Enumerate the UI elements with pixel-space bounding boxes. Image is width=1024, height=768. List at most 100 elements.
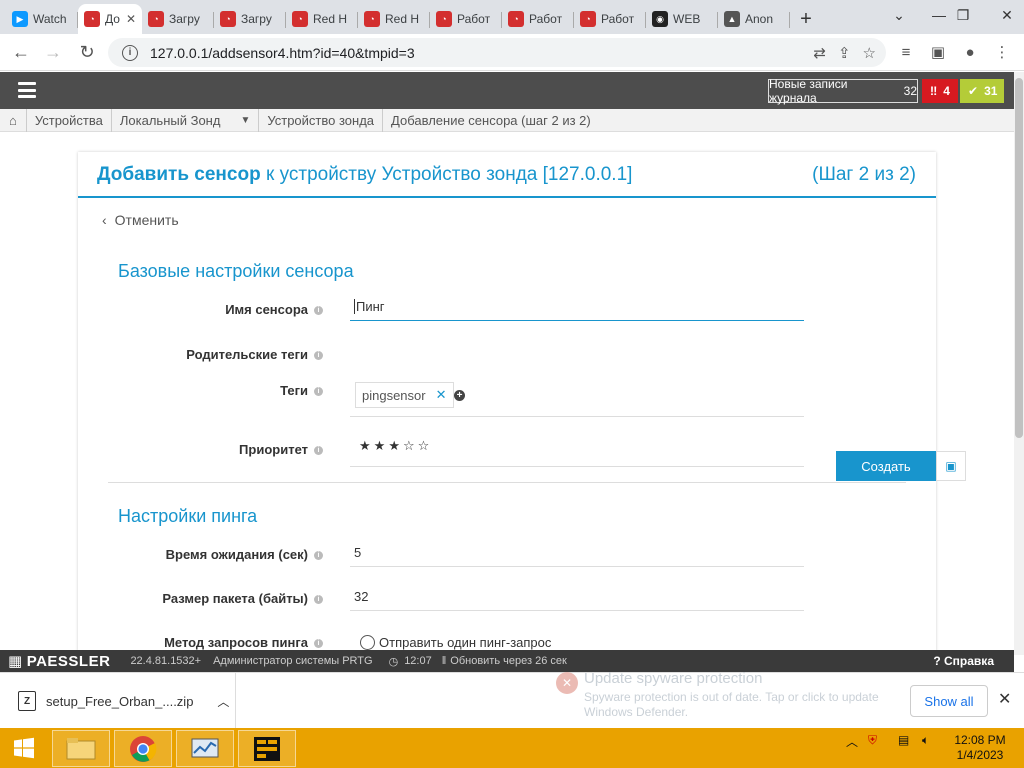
page-scrollbar-thumb[interactable] — [1015, 78, 1023, 438]
info-hint-icon[interactable]: i — [314, 351, 323, 361]
download-item[interactable]: Z setup_Free_Orban_....zip ︿ — [0, 673, 236, 729]
close-window-button[interactable]: ✕ — [990, 0, 1024, 30]
taskbar-clock[interactable]: 12:08 PM 1/4/2023 — [950, 733, 1010, 763]
tray-expand-icon[interactable]: ︿ — [846, 733, 858, 750]
save-template-icon[interactable]: ▣ — [936, 451, 966, 481]
tab-title: Работ — [457, 12, 491, 26]
reload-icon[interactable]: ↻ — [72, 37, 102, 67]
profile-icon[interactable]: ● — [956, 38, 984, 66]
priority-label: Приоритет i — [78, 442, 323, 457]
side-panel-icon[interactable]: ▣ — [924, 38, 952, 66]
info-hint-icon[interactable]: i — [314, 446, 323, 456]
defender-tray-icon[interactable]: ⛨ — [868, 733, 877, 748]
tag-label: pingsensor — [362, 387, 426, 403]
folder-icon — [66, 737, 96, 759]
home-icon[interactable]: ⌂ — [0, 108, 27, 132]
bookmark-star-icon[interactable]: ☆ — [863, 44, 876, 62]
start-button[interactable] — [0, 728, 48, 768]
info-hint-icon[interactable]: i — [314, 639, 323, 649]
browser-tab[interactable]: ◔ Загру — [214, 4, 286, 34]
label-text: Метод запросов пинга — [164, 635, 308, 650]
ping-method-radio-single[interactable]: Отправить один пинг-запрос — [360, 635, 551, 650]
ok-badge[interactable]: ✔ 31 — [960, 79, 1004, 103]
hamburger-menu-icon[interactable] — [18, 82, 36, 98]
timeout-input[interactable]: 5 — [350, 541, 804, 567]
menu-icon[interactable]: ⋮ — [988, 38, 1016, 66]
packet-size-input[interactable]: 32 — [350, 585, 804, 611]
dropdown-caret-icon[interactable]: ▼ — [240, 115, 250, 126]
back-icon[interactable]: ← — [6, 37, 36, 67]
create-button[interactable]: Создать — [836, 451, 936, 481]
chevron-up-icon[interactable]: ︿ — [217, 693, 229, 710]
prtg-logo-icon: ◔ — [292, 11, 308, 27]
new-tab-button[interactable]: + — [790, 4, 822, 34]
info-hint-icon[interactable]: i — [314, 551, 323, 561]
zip-file-icon: Z — [18, 691, 36, 711]
show-all-button[interactable]: Show all — [910, 685, 988, 717]
star-empty-icon[interactable]: ☆ — [403, 438, 415, 454]
breadcrumb-label: Устройства — [34, 112, 103, 128]
star-empty-icon[interactable]: ☆ — [418, 438, 430, 454]
browser-tab[interactable]: ◔ Red H — [286, 4, 358, 34]
browser-tab[interactable]: ◔ Red H — [358, 4, 430, 34]
browser-tab[interactable]: ▶ Watch — [6, 4, 78, 34]
translate-icon[interactable]: ⇄ — [813, 44, 826, 62]
tab-title: Red H — [313, 12, 348, 26]
tag-chip[interactable]: pingsensor ✕ — [355, 382, 454, 408]
site-info-icon[interactable]: i — [122, 44, 138, 61]
info-hint-icon[interactable]: i — [314, 387, 323, 397]
network-tray-icon[interactable]: ▤ — [898, 733, 909, 747]
media-icon[interactable]: ≡ — [892, 38, 920, 66]
forward-icon[interactable]: → — [38, 37, 68, 67]
help-link[interactable]: ? Справка — [933, 654, 994, 668]
share-icon[interactable]: ⇪ — [838, 44, 851, 62]
browser-tab[interactable]: ◔ До ✕ — [78, 4, 142, 34]
new-log-entries-button[interactable]: Новые записи журнала 32 — [768, 77, 918, 105]
breadcrumb-devices[interactable]: Устройства — [27, 108, 112, 132]
radio-circle-icon[interactable] — [360, 635, 375, 650]
breadcrumb-local-probe[interactable]: Локальный Зонд ▼ — [112, 108, 260, 132]
chrome-app[interactable] — [114, 730, 172, 767]
add-tag-icon[interactable]: + — [454, 390, 465, 401]
resource-monitor-app[interactable] — [176, 730, 234, 767]
prtg-logo-icon: ◔ — [436, 11, 452, 27]
browser-tab[interactable]: ◔ Работ — [574, 4, 646, 34]
star-filled-icon[interactable]: ★ — [359, 438, 371, 454]
prtg-logo-icon: ◔ — [508, 11, 524, 27]
remove-tag-icon[interactable]: ✕ — [436, 387, 447, 403]
info-hint-icon[interactable]: i — [314, 306, 323, 316]
tab-search-icon[interactable]: ⌄ — [882, 0, 916, 30]
prtg-logo-icon: ◔ — [220, 11, 236, 27]
defender-notification[interactable]: ✕ Update spyware protection Spyware prot… — [536, 662, 888, 726]
close-tab-icon[interactable]: ✕ — [126, 12, 136, 26]
prtg-logo-icon: ◔ — [84, 11, 100, 27]
priority-stars[interactable]: ★ ★ ★ ☆ ☆ — [359, 438, 429, 454]
tab-title: WEB — [673, 12, 701, 26]
close-shelf-icon[interactable]: ✕ — [998, 689, 1011, 709]
prtg-app[interactable] — [238, 730, 296, 767]
browser-tab[interactable]: ◔ Загру — [142, 4, 214, 34]
browser-tab[interactable]: ◉ WEB — [646, 4, 718, 34]
timeout-value: 5 — [354, 545, 362, 560]
star-filled-icon[interactable]: ★ — [388, 438, 400, 454]
file-explorer-app[interactable] — [52, 730, 110, 767]
chevron-left-icon: ‹ — [102, 212, 107, 228]
info-hint-icon[interactable]: i — [314, 595, 323, 605]
cancel-link[interactable]: ‹ Отменить — [102, 212, 179, 228]
maximize-button[interactable]: ❐ — [946, 0, 980, 30]
anon-icon: ▲ — [724, 11, 740, 27]
play-icon: ▶ — [12, 11, 28, 27]
volume-tray-icon[interactable]: 🔈︎ — [922, 733, 929, 748]
browser-tab[interactable]: ▲ Anon — [718, 4, 790, 34]
clock-icon: ◷ — [388, 655, 399, 668]
browser-tab[interactable]: ◔ Работ — [502, 4, 574, 34]
browser-tab[interactable]: ◔ Работ — [430, 4, 502, 34]
star-filled-icon[interactable]: ★ — [374, 438, 386, 454]
label-text: Размер пакета (байты) — [162, 591, 308, 606]
address-bar[interactable]: i 127.0.0.1/addsensor4.htm?id=40&tmpid=3… — [108, 38, 886, 67]
breadcrumb-probe-device[interactable]: Устройство зонда — [259, 108, 384, 132]
user-text[interactable]: Администратор системы PRTG — [213, 655, 372, 667]
sensor-name-input[interactable]: Пинг — [350, 295, 804, 321]
alarm-badge[interactable]: ‼ 4 — [922, 79, 958, 103]
pause-icon[interactable]: ‖ — [442, 655, 447, 667]
